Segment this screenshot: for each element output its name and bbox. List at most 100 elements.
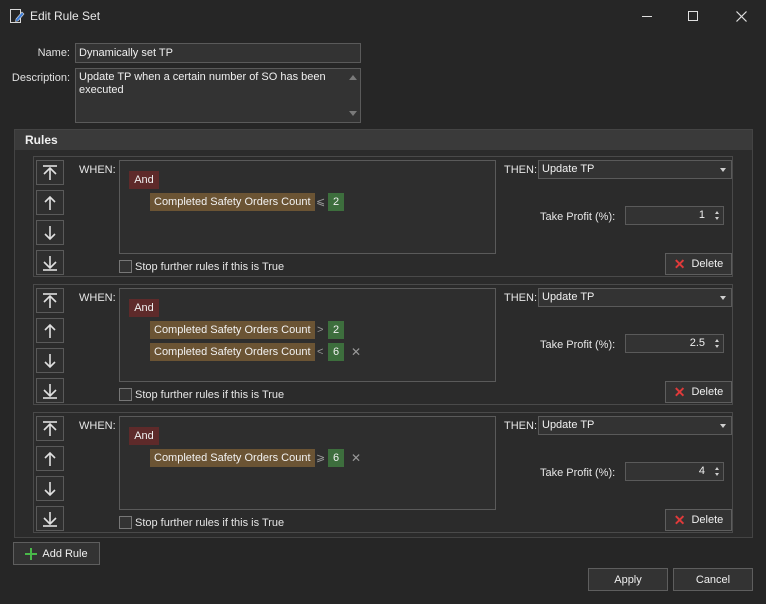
move-top-button[interactable] — [36, 288, 64, 313]
action-select-value: Update TP — [542, 419, 595, 431]
take-profit-input[interactable]: 1 — [625, 206, 724, 225]
take-profit-label: Take Profit (%): — [540, 467, 616, 479]
remove-condition-icon[interactable]: ✕ — [351, 449, 361, 467]
condition-operator[interactable]: > — [317, 321, 323, 339]
move-top-icon — [43, 292, 57, 308]
description-container: Update TP when a certain number of SO ha… — [75, 68, 361, 123]
condition-operator[interactable]: ⩽ — [316, 193, 325, 211]
condition-box: And Completed Safety Orders Count ⩽ 2 — [119, 160, 496, 254]
condition-operator[interactable]: < — [317, 343, 323, 361]
spin-up-icon[interactable] — [715, 467, 719, 470]
take-profit-value: 2.5 — [689, 337, 705, 349]
move-down-button[interactable] — [36, 220, 64, 245]
condition-value[interactable]: 6 — [328, 343, 344, 361]
and-group-chip[interactable]: And — [129, 427, 159, 445]
move-up-button[interactable] — [36, 318, 64, 343]
condition-value[interactable]: 6 — [328, 449, 344, 467]
stop-rules-checkbox[interactable] — [119, 260, 132, 273]
move-down-button[interactable] — [36, 348, 64, 373]
rule-card-2: WHEN: And Completed Safety Orders Count … — [33, 284, 733, 405]
spin-down-icon[interactable] — [715, 473, 719, 476]
description-input[interactable]: Update TP when a certain number of SO ha… — [75, 68, 361, 123]
when-label: WHEN: — [79, 292, 116, 304]
action-select[interactable]: Update TP — [538, 288, 732, 307]
action-select-value: Update TP — [542, 291, 595, 303]
stop-rules-label: Stop further rules if this is True — [135, 389, 285, 401]
condition-value[interactable]: 2 — [328, 321, 344, 339]
move-up-button[interactable] — [36, 446, 64, 471]
then-label: THEN: — [504, 420, 537, 432]
condition-box: And Completed Safety Orders Count ⩾ 6 ✕ — [119, 416, 496, 510]
scroll-down-icon[interactable] — [349, 111, 357, 117]
move-bottom-icon — [43, 383, 57, 399]
delete-x-icon: ✕ — [673, 512, 686, 528]
take-profit-label: Take Profit (%): — [540, 211, 616, 223]
maximize-button[interactable] — [670, 0, 716, 32]
rule-card-3: WHEN: And Completed Safety Orders Count … — [33, 412, 733, 533]
move-bottom-button[interactable] — [36, 506, 64, 531]
condition-field[interactable]: Completed Safety Orders Count — [150, 321, 315, 339]
chevron-down-icon — [720, 168, 726, 172]
move-bottom-icon — [43, 255, 57, 271]
window-title: Edit Rule Set — [30, 9, 101, 23]
then-label: THEN: — [504, 292, 537, 304]
close-button[interactable] — [718, 0, 764, 32]
scroll-up-icon[interactable] — [349, 74, 357, 80]
move-down-button[interactable] — [36, 476, 64, 501]
move-bottom-icon — [43, 511, 57, 527]
rules-header: Rules — [15, 130, 752, 150]
and-group-chip[interactable]: And — [129, 171, 159, 189]
delete-button[interactable]: ✕ Delete — [665, 381, 732, 403]
arrow-down-icon — [44, 225, 56, 240]
condition-field[interactable]: Completed Safety Orders Count — [150, 343, 315, 361]
take-profit-input[interactable]: 2.5 — [625, 334, 724, 353]
minimize-button[interactable] — [624, 0, 670, 32]
spin-down-icon[interactable] — [715, 345, 719, 348]
take-profit-input[interactable]: 4 — [625, 462, 724, 481]
take-profit-value: 4 — [698, 465, 705, 477]
chevron-down-icon — [720, 296, 726, 300]
condition-value[interactable]: 2 — [328, 193, 344, 211]
close-icon — [735, 10, 747, 22]
arrow-up-icon — [44, 195, 56, 210]
condition-field[interactable]: Completed Safety Orders Count — [150, 193, 315, 211]
delete-button[interactable]: ✕ Delete — [665, 253, 732, 275]
spin-down-icon[interactable] — [715, 217, 719, 220]
stop-rules-checkbox[interactable] — [119, 388, 132, 401]
move-up-button[interactable] — [36, 190, 64, 215]
move-top-icon — [43, 164, 57, 180]
stop-rules-label: Stop further rules if this is True — [135, 261, 285, 273]
delete-button[interactable]: ✕ Delete — [665, 509, 732, 531]
stop-rules-label: Stop further rules if this is True — [135, 517, 285, 529]
take-profit-value: 1 — [698, 209, 705, 221]
condition-box: And Completed Safety Orders Count > 2 Co… — [119, 288, 496, 382]
arrow-down-icon — [44, 481, 56, 496]
spin-up-icon[interactable] — [715, 211, 719, 214]
delete-x-icon: ✕ — [673, 384, 686, 400]
move-top-button[interactable] — [36, 416, 64, 441]
rules-group: Rules WHEN: And Completed Safety Orders … — [14, 129, 753, 538]
remove-condition-icon[interactable]: ✕ — [351, 343, 361, 361]
chevron-down-icon — [720, 424, 726, 428]
add-rule-button[interactable]: Add Rule — [13, 542, 100, 565]
apply-button[interactable]: Apply — [588, 568, 668, 591]
move-bottom-button[interactable] — [36, 378, 64, 403]
arrow-down-icon — [44, 353, 56, 368]
spin-up-icon[interactable] — [715, 339, 719, 342]
condition-operator[interactable]: ⩾ — [316, 449, 325, 467]
and-group-chip[interactable]: And — [129, 299, 159, 317]
arrow-up-icon — [44, 323, 56, 338]
take-profit-label: Take Profit (%): — [540, 339, 616, 351]
delete-label: Delete — [691, 514, 724, 526]
move-top-button[interactable] — [36, 160, 64, 185]
action-select-value: Update TP — [542, 163, 595, 175]
name-input[interactable] — [75, 43, 361, 63]
condition-field[interactable]: Completed Safety Orders Count — [150, 449, 315, 467]
plus-icon — [25, 547, 38, 560]
cancel-button[interactable]: Cancel — [673, 568, 753, 591]
action-select[interactable]: Update TP — [538, 416, 732, 435]
action-select[interactable]: Update TP — [538, 160, 732, 179]
delete-label: Delete — [691, 386, 724, 398]
move-bottom-button[interactable] — [36, 250, 64, 275]
stop-rules-checkbox[interactable] — [119, 516, 132, 529]
